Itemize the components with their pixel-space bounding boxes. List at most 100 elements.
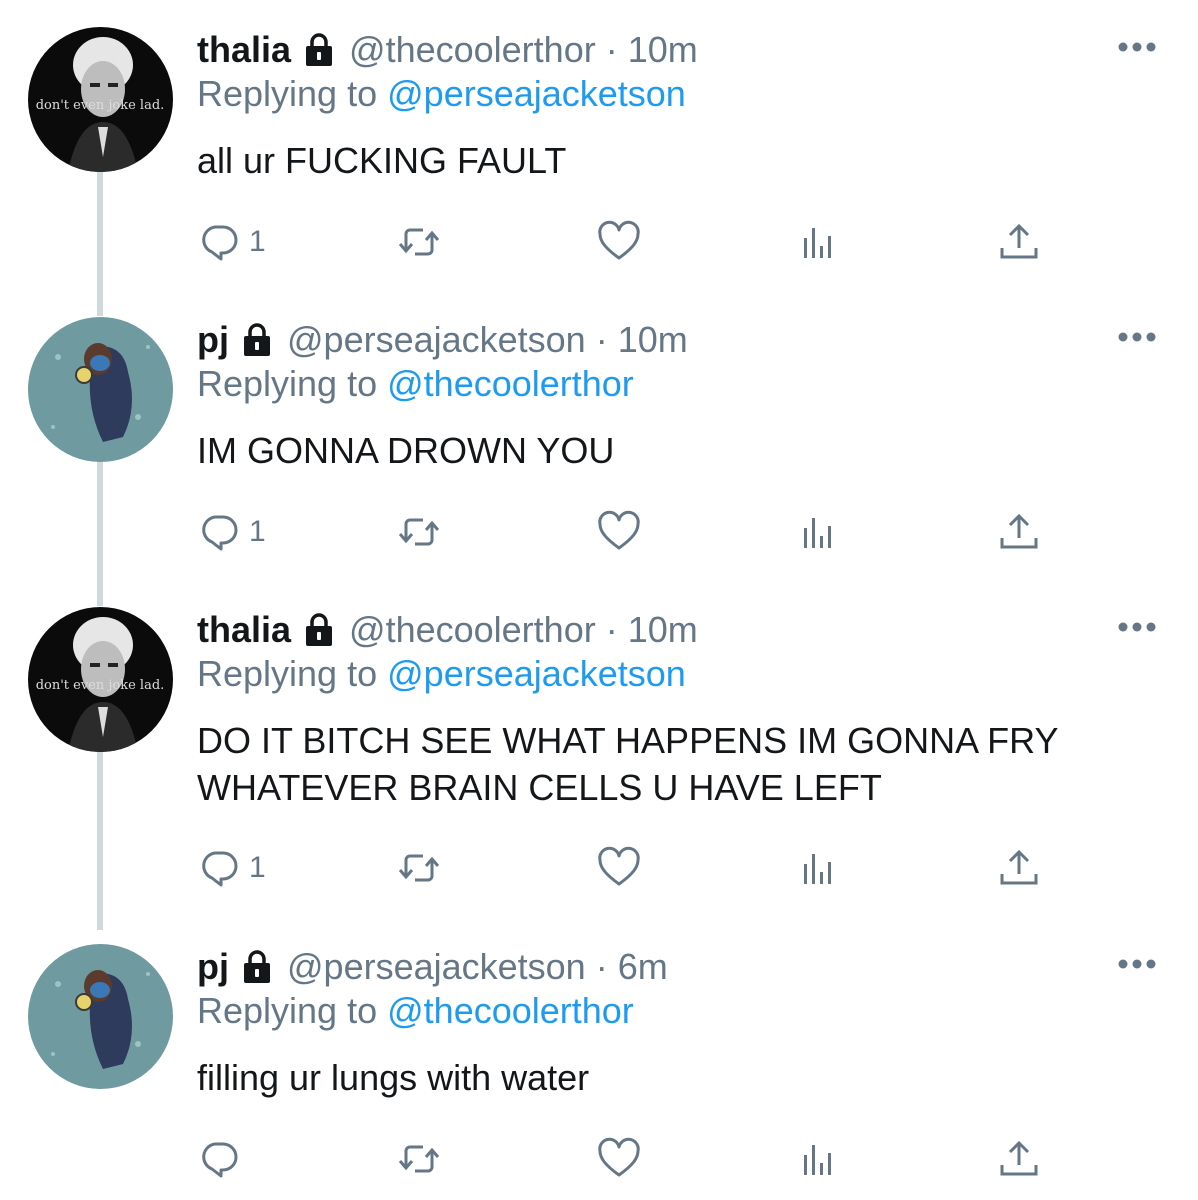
separator-dot: · (605, 29, 618, 70)
tweet-text: DO IT BITCH SEE WHAT HAPPENS IM GONNA FR… (197, 720, 1058, 808)
reply-button[interactable]: 1 (197, 846, 266, 890)
retweet-button[interactable] (397, 1137, 441, 1181)
display-name[interactable]: thalia (197, 29, 291, 71)
retweet-icon (398, 1145, 440, 1173)
username[interactable]: @perseajacketson (287, 946, 586, 988)
retweet-button[interactable] (397, 846, 441, 890)
more-icon[interactable] (1118, 331, 1156, 343)
tweet-actions: 1 (197, 846, 1057, 890)
tweet-text: IM GONNA DROWN YOU (197, 430, 615, 471)
avatar[interactable]: don't even joke lad. (28, 27, 173, 172)
tweet-actions (197, 1137, 1057, 1181)
display-name[interactable]: thalia (197, 609, 291, 651)
replying-to-label: Replying to (197, 363, 378, 404)
retweet-icon (398, 518, 440, 546)
analytics-button[interactable] (797, 510, 841, 554)
display-name[interactable]: pj (197, 319, 229, 361)
replying-to-handle[interactable]: @perseajacketson (387, 73, 686, 114)
retweet-icon (398, 854, 440, 882)
tweet-actions: 1 (197, 220, 1057, 264)
replying-to: Replying to @thecoolerthor (197, 363, 634, 405)
lock-icon (306, 33, 333, 66)
reply-icon (202, 851, 238, 887)
more-icon[interactable] (1118, 958, 1156, 970)
replying-to-label: Replying to (197, 990, 378, 1031)
thread-connector (97, 170, 103, 316)
username[interactable]: @thecoolerthor (349, 29, 596, 71)
separator-dot: · (595, 946, 608, 987)
lock-icon (244, 950, 270, 983)
stats-icon (804, 1145, 831, 1175)
timestamp[interactable]: 10m (628, 29, 698, 71)
like-button[interactable] (597, 846, 641, 890)
display-name[interactable]: pj (197, 946, 229, 988)
replying-to-handle[interactable]: @thecoolerthor (387, 990, 634, 1031)
timestamp[interactable]: 6m (618, 946, 668, 988)
replying-to: Replying to @perseajacketson (197, 73, 686, 115)
like-button[interactable] (597, 1137, 641, 1181)
reply-count: 1 (249, 225, 266, 258)
replying-to-handle[interactable]: @thecoolerthor (387, 363, 634, 404)
separator-dot: · (605, 609, 618, 650)
analytics-button[interactable] (797, 220, 841, 264)
avatar-image (28, 944, 173, 1089)
lock-icon (244, 323, 270, 356)
share-icon (1000, 849, 1038, 885)
avatar[interactable] (28, 944, 173, 1089)
reply-icon (202, 225, 238, 261)
stats-icon (804, 518, 831, 548)
replying-to-handle[interactable]: @perseajacketson (387, 653, 686, 694)
thread-connector (97, 460, 103, 606)
stats-icon (804, 228, 831, 258)
replying-to: Replying to @thecoolerthor (197, 990, 634, 1032)
analytics-button[interactable] (797, 1137, 841, 1181)
reply-button[interactable]: 1 (197, 510, 266, 554)
stats-icon (804, 854, 831, 884)
share-button[interactable] (997, 846, 1041, 890)
like-icon (598, 846, 640, 886)
share-button[interactable] (997, 510, 1041, 554)
replying-to: Replying to @perseajacketson (197, 653, 686, 695)
reply-button[interactable] (197, 1137, 249, 1181)
retweet-button[interactable] (397, 220, 441, 264)
more-icon[interactable] (1118, 41, 1156, 53)
share-button[interactable] (997, 1137, 1041, 1181)
replying-to-label: Replying to (197, 73, 378, 114)
reply-icon (202, 515, 238, 551)
like-button[interactable] (597, 510, 641, 554)
share-button[interactable] (997, 220, 1041, 264)
thread-connector (97, 750, 103, 930)
avatar-caption: don't even joke lad. (36, 98, 165, 113)
reply-count: 1 (249, 515, 266, 548)
avatar-caption: don't even joke lad. (36, 678, 165, 693)
like-icon (598, 510, 640, 550)
avatar-image (28, 317, 173, 462)
reply-icon (202, 1142, 238, 1178)
tweet-header: pj @perseajacketson · 6m (197, 944, 668, 990)
tweet-text: all ur FUCKING FAULT (197, 140, 567, 181)
more-icon[interactable] (1118, 621, 1156, 633)
tweet-text: filling ur lungs with water (197, 1057, 590, 1098)
reply-count: 1 (249, 851, 266, 884)
tweet-header: pj @perseajacketson · 10m (197, 317, 688, 363)
timestamp[interactable]: 10m (618, 319, 688, 361)
share-icon (1000, 223, 1038, 259)
username[interactable]: @thecoolerthor (349, 609, 596, 651)
tweet-header: thalia @thecoolerthor · 10m (197, 27, 698, 73)
like-button[interactable] (597, 220, 641, 264)
share-icon (1000, 1140, 1038, 1176)
share-icon (1000, 513, 1038, 549)
retweet-button[interactable] (397, 510, 441, 554)
avatar-image: don't even joke lad. (28, 607, 173, 752)
reply-button[interactable]: 1 (197, 220, 266, 264)
replying-to-label: Replying to (197, 653, 378, 694)
timestamp[interactable]: 10m (628, 609, 698, 651)
username[interactable]: @perseajacketson (287, 319, 586, 361)
tweet-actions: 1 (197, 510, 1057, 554)
avatar[interactable]: don't even joke lad. (28, 607, 173, 752)
avatar[interactable] (28, 317, 173, 462)
like-icon (598, 1137, 640, 1177)
avatar-image: don't even joke lad. (28, 27, 173, 172)
like-icon (598, 220, 640, 260)
analytics-button[interactable] (797, 846, 841, 890)
